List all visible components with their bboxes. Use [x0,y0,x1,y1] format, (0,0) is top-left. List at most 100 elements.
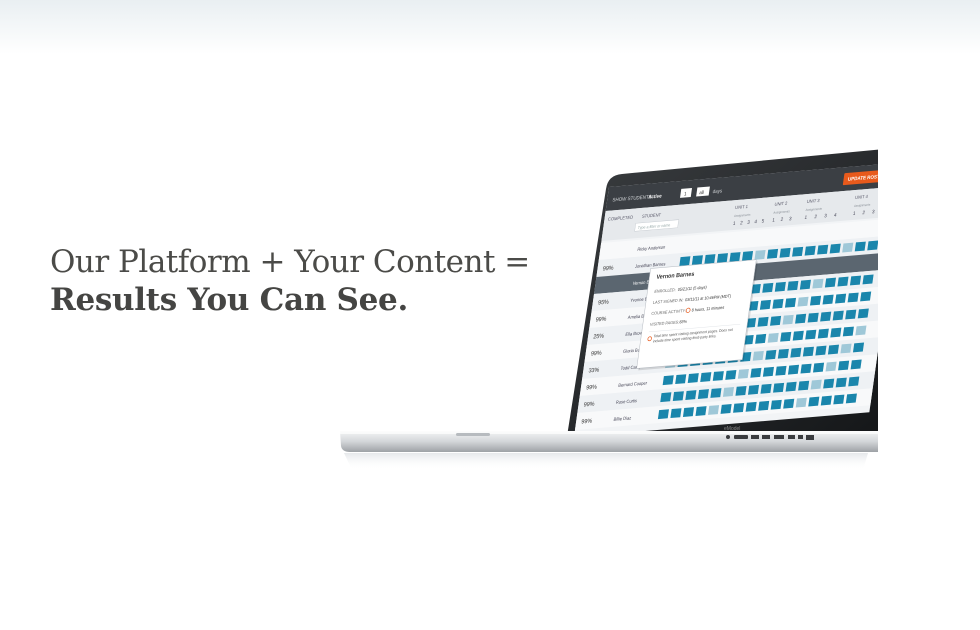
assignment-cell[interactable] [685,390,697,400]
assignment-cell[interactable] [837,276,849,287]
assignment-cell[interactable] [787,280,799,291]
assignment-cell[interactable] [838,360,850,371]
assignment-cell[interactable] [737,368,749,379]
assignment-cell[interactable] [745,401,757,412]
assignment-cell[interactable] [747,384,760,395]
assignment-cell[interactable] [847,292,859,303]
assignment-cell[interactable] [772,298,784,309]
assignment-cell[interactable] [804,245,816,256]
assignment-cell[interactable] [780,331,792,342]
assignment-cell[interactable] [710,388,722,398]
assignment-cell[interactable] [767,332,779,343]
assignment-cell[interactable] [782,314,794,325]
assignment-cell[interactable] [758,400,770,411]
assignment-cell[interactable] [867,240,878,251]
assignment-cell[interactable] [682,407,695,417]
assignment-cell[interactable] [752,350,764,361]
assignment-cell[interactable] [812,362,825,373]
assignment-cell[interactable] [729,252,741,262]
assignment-cell[interactable] [700,372,712,382]
assignment-cell[interactable] [805,329,817,340]
assignment-cell[interactable] [765,349,777,360]
assignment-cell[interactable] [798,380,810,391]
assignment-cell[interactable] [762,366,774,377]
assignment-cell[interactable] [797,296,809,307]
assignment-cell[interactable] [807,312,819,323]
assignment-cell[interactable] [792,246,804,257]
assignment-cell[interactable] [777,348,789,359]
assignment-cell[interactable] [810,379,822,390]
assignment-cell[interactable] [822,294,834,305]
assignment-cell[interactable] [812,278,824,289]
assignment-cell[interactable] [759,299,771,310]
assignment-cell[interactable] [799,279,811,290]
assignment-cell[interactable] [795,397,807,408]
assignment-cell[interactable] [830,327,842,338]
assignment-cell[interactable] [825,361,837,372]
assignment-cell[interactable] [670,408,682,419]
assignment-cell[interactable] [833,394,845,405]
assignment-cell[interactable] [795,313,807,324]
assignment-cell[interactable] [815,345,827,356]
assignment-cell[interactable] [785,381,797,392]
assignment-cell[interactable] [722,387,735,397]
assignment-cell[interactable] [675,374,687,385]
assignment-cell[interactable] [755,333,767,344]
assignment-cell[interactable] [842,242,854,253]
assignment-cell[interactable] [820,311,832,322]
assignment-cell[interactable] [840,343,852,354]
assignment-cell[interactable] [707,405,720,415]
assignment-cell[interactable] [855,325,867,336]
assignment-cell[interactable] [783,398,795,409]
assignment-cell[interactable] [770,315,782,326]
assignment-cell[interactable] [767,248,779,259]
show-students-value[interactable]: Active [648,193,663,200]
assignment-cell[interactable] [849,275,862,286]
assignment-cell[interactable] [775,365,787,376]
assignment-cell[interactable] [809,295,822,306]
assignment-cell[interactable] [808,396,820,407]
assignment-cell[interactable] [750,367,762,378]
assignment-cell[interactable] [762,282,774,293]
assignment-cell[interactable] [660,392,672,403]
assignment-cell[interactable] [760,383,772,394]
assignment-cell[interactable] [817,244,829,255]
assignment-cell[interactable] [860,291,872,302]
assignment-cell[interactable] [754,249,766,260]
assignment-cell[interactable] [787,364,800,375]
assignment-cell[interactable] [857,308,869,319]
assignment-cell[interactable] [835,293,847,304]
assignment-cell[interactable] [862,274,874,285]
assignment-cell[interactable] [712,371,724,381]
assignment-cell[interactable] [854,241,866,252]
assignment-cell[interactable] [845,393,857,404]
assignment-cell[interactable] [820,395,832,406]
assignment-cell[interactable] [817,328,829,339]
assignment-cell[interactable] [792,330,804,341]
assignment-cell[interactable] [733,402,745,413]
assignment-cell[interactable] [829,243,841,254]
assignment-cell[interactable] [800,363,812,374]
assignment-cell[interactable] [662,375,674,386]
assignment-cell[interactable] [832,310,844,321]
assignment-cell[interactable] [827,344,840,355]
assignment-cell[interactable] [852,342,865,353]
assignment-cell[interactable] [691,255,703,266]
assignment-cell[interactable] [704,254,716,264]
assignment-cell[interactable] [725,370,737,380]
assignment-cell[interactable] [679,256,691,267]
assignment-cell[interactable] [779,247,791,258]
assignment-cell[interactable] [697,389,709,399]
assignment-cell[interactable] [784,297,797,308]
assignment-cell[interactable] [773,382,785,393]
assignment-cell[interactable] [845,309,857,320]
assignment-cell[interactable] [672,391,684,402]
assignment-cell[interactable] [687,373,699,383]
assignment-cell[interactable] [842,326,854,337]
assignment-cell[interactable] [848,376,860,387]
assignment-cell[interactable] [720,404,732,414]
assignment-cell[interactable] [716,253,728,263]
assignment-cell[interactable] [850,359,862,370]
assignment-cell[interactable] [657,409,669,420]
assignment-cell[interactable] [695,406,707,416]
